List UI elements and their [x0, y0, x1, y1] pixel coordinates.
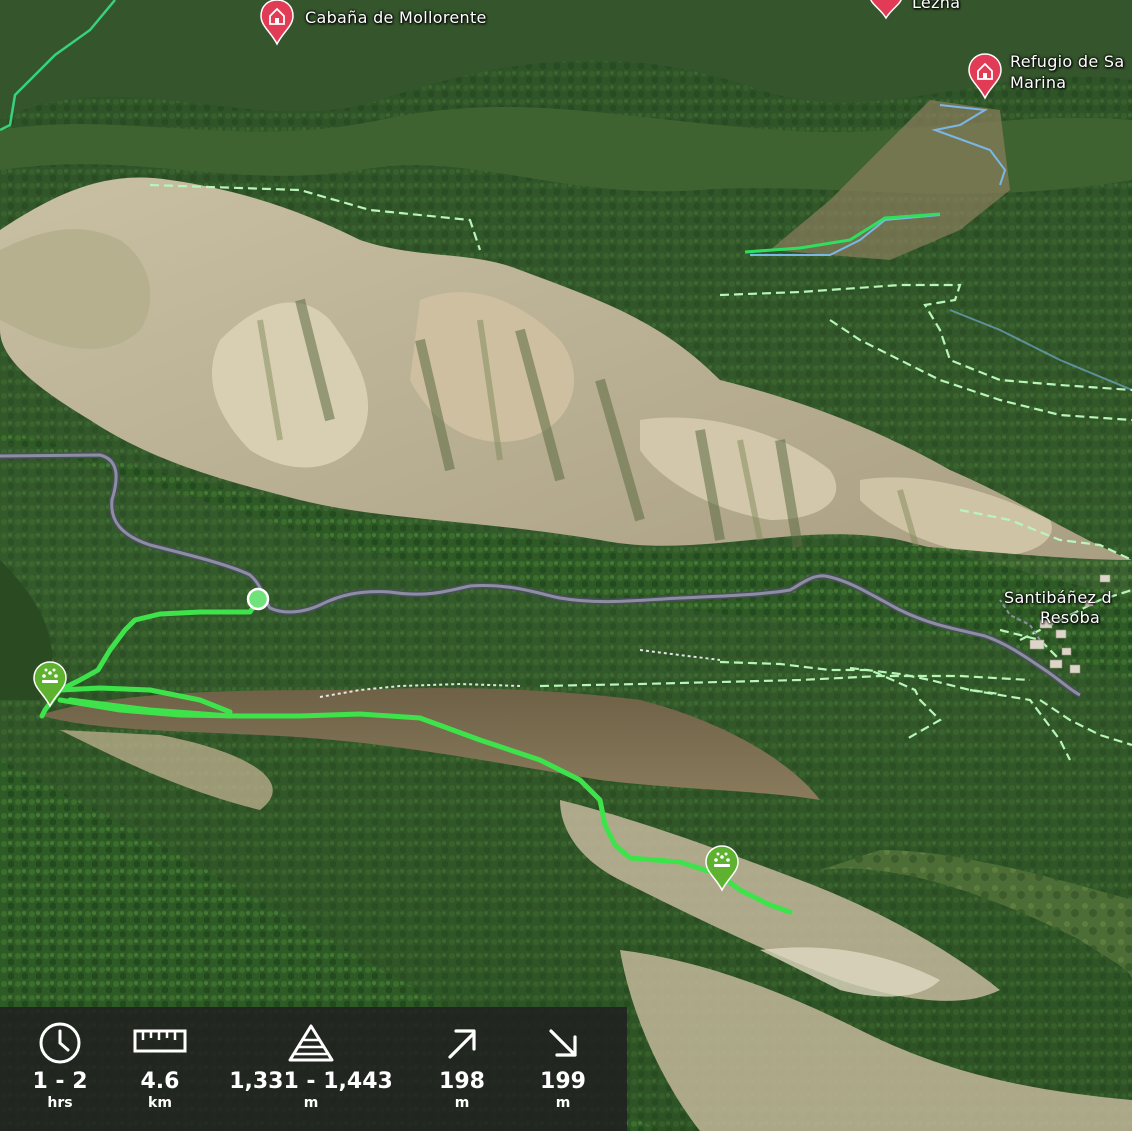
elevation-triangle-icon	[288, 1024, 334, 1062]
elevation-range-unit: m	[303, 1095, 319, 1111]
descent-value: 199	[540, 1069, 586, 1094]
distance-unit: km	[148, 1095, 172, 1111]
arrow-up-right-icon	[448, 1029, 476, 1059]
descent-stat: 199 m	[523, 1007, 603, 1131]
start-point-marker[interactable]	[246, 587, 270, 611]
poi-label-lezna[interactable]: Lezna	[912, 0, 960, 13]
elevation-range-value: 1,331 - 1,443	[229, 1069, 393, 1094]
trail-3d-map[interactable]: Cabaña de Mollorente Lezna Refugio de Sa…	[0, 0, 1132, 1131]
poi-label-cabana-de-mollorente[interactable]: Cabaña de Mollorente	[305, 7, 487, 28]
distance-stat: 4.6 km	[120, 1007, 200, 1131]
duration-value: 1 - 2	[32, 1069, 88, 1094]
descent-unit: m	[555, 1095, 571, 1111]
arrow-down-right-icon	[549, 1029, 577, 1057]
ascent-unit: m	[454, 1095, 470, 1111]
clock-icon	[39, 1022, 81, 1064]
ruler-icon	[133, 1029, 187, 1053]
elevation-range-stat: 1,331 - 1,443 m	[222, 1007, 400, 1131]
ascent-stat: 198 m	[422, 1007, 502, 1131]
duration-unit: hrs	[47, 1095, 73, 1111]
ascent-value: 198	[439, 1069, 485, 1094]
poi-label-refugio[interactable]: Refugio de Sa Marina	[1010, 51, 1124, 93]
duration-stat: 1 - 2 hrs	[18, 1007, 102, 1131]
route-stats-panel: 1 - 2 hrs 4.6 km 1,331 - 1,443 m 198 m 1…	[0, 1007, 627, 1131]
village-label[interactable]: Santibáñez d Resoba	[1004, 588, 1112, 628]
distance-value: 4.6	[140, 1069, 180, 1094]
satellite-terrain[interactable]	[0, 0, 1132, 1131]
